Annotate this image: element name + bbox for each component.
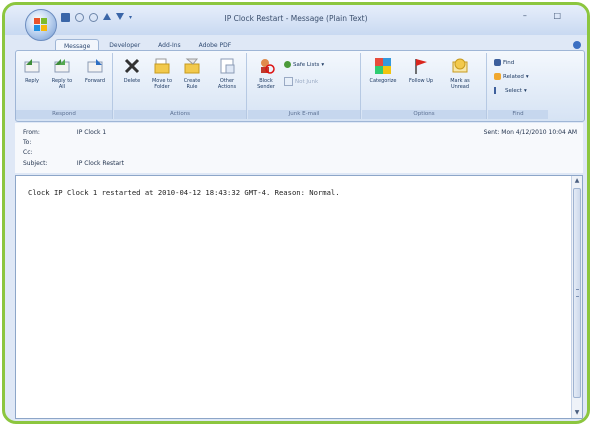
sent-label: Sent: — [483, 129, 500, 136]
delete-icon — [124, 58, 140, 74]
forward-button[interactable]: Forward — [80, 57, 110, 84]
envelope-icon — [452, 58, 468, 73]
junk-group-label: Junk E-mail — [248, 110, 360, 119]
group-junk-email: Block Sender Safe Lists ▾ Not Junk Junk … — [248, 53, 361, 119]
options-group-label: Options — [362, 110, 486, 119]
chevron-down-icon: ▾ — [321, 61, 325, 68]
from-label: From: — [23, 129, 40, 136]
rule-label: Create Rule — [183, 78, 201, 90]
create-rule-button[interactable]: Create Rule — [180, 57, 204, 90]
reply-all-label: Reply to All — [51, 78, 73, 90]
safe-lists-button[interactable]: Safe Lists ▾ — [284, 61, 324, 68]
sent-info: Sent: Mon 4/12/2010 10:04 AM — [484, 129, 577, 136]
not-junk-icon — [284, 77, 293, 86]
to-label: To: — [23, 139, 32, 146]
categorize-icon — [375, 58, 391, 74]
forward-icon — [87, 59, 103, 73]
window-title: IP Clock Restart - Message (Plain Text) — [224, 14, 368, 23]
cc-label: Cc: — [23, 149, 33, 156]
safe-lists-icon — [284, 61, 291, 68]
move-label: Move to Folder — [151, 78, 173, 90]
move-to-folder-button[interactable]: Move to Folder — [150, 57, 174, 90]
not-junk-button[interactable]: Not Junk — [284, 77, 318, 86]
scroll-thumb[interactable] — [573, 188, 581, 398]
reply-button[interactable]: Reply — [20, 57, 44, 84]
scroll-down-icon[interactable]: ▼ — [574, 410, 580, 416]
select-icon — [494, 87, 503, 94]
related-button[interactable]: Related ▾ — [494, 73, 529, 80]
outlook-window: ▾ IP Clock Restart - Message (Plain Text… — [2, 2, 590, 424]
categorize-label: Categorize — [369, 78, 397, 84]
follow-up-label: Follow Up — [408, 78, 434, 84]
ribbon: Reply Reply to All Forward Respond Delet… — [15, 50, 585, 122]
related-icon — [494, 73, 501, 80]
group-actions: Delete Move to Folder Create Rule Other … — [114, 53, 247, 119]
sent-value: Mon 4/12/2010 10:04 AM — [501, 129, 577, 136]
help-icon[interactable] — [573, 41, 581, 49]
block-sender-label: Block Sender — [257, 78, 275, 90]
chevron-down-icon: ▾ — [525, 73, 529, 80]
vertical-scrollbar[interactable]: ▲ ▼ — [571, 176, 582, 418]
from-row: From: IP Clock 1 — [23, 129, 106, 136]
mark-unread-label: Mark as Unread — [450, 78, 470, 90]
subject-value: IP Clock Restart — [76, 160, 124, 167]
message-text: Clock IP Clock 1 restarted at 2010-04-12… — [28, 188, 340, 197]
group-find: Find Related ▾ Select ▾ Find — [488, 53, 548, 119]
message-body[interactable]: Clock IP Clock 1 restarted at 2010-04-12… — [15, 175, 583, 419]
categorize-button[interactable]: Categorize — [366, 57, 400, 84]
reply-icon — [24, 59, 40, 73]
binoculars-icon — [494, 59, 501, 66]
select-button[interactable]: Select ▾ — [494, 87, 527, 94]
not-junk-label: Not Junk — [295, 78, 319, 85]
office-logo-icon — [34, 18, 47, 31]
follow-up-button[interactable]: Follow Up — [406, 57, 436, 84]
message-header: From: IP Clock 1 To: Cc: Subject: IP Clo… — [15, 123, 583, 173]
related-label: Related — [503, 73, 524, 80]
select-label: Select — [505, 87, 522, 94]
safe-lists-label: Safe Lists — [293, 61, 320, 68]
to-row: To: — [23, 139, 75, 146]
scroll-grip-icon — [576, 289, 579, 297]
subject-label: Subject: — [23, 160, 48, 167]
find-group-label: Find — [488, 110, 548, 119]
office-button[interactable] — [25, 9, 57, 41]
respond-group-label: Respond — [16, 110, 112, 119]
subject-row: Subject: IP Clock Restart — [23, 160, 124, 167]
delete-label: Delete — [123, 78, 141, 84]
forward-label: Forward — [84, 78, 106, 84]
actions-group-label: Actions — [114, 110, 246, 119]
find-label: Find — [503, 59, 515, 66]
chevron-down-icon: ▾ — [523, 87, 527, 94]
cc-row: Cc: — [23, 149, 75, 156]
other-actions-icon — [220, 58, 235, 74]
reply-all-button[interactable]: Reply to All — [50, 57, 74, 90]
rule-icon — [184, 58, 200, 74]
title-bar: ▾ IP Clock Restart - Message (Plain Text… — [5, 5, 587, 35]
delete-button[interactable]: Delete — [120, 57, 144, 84]
reply-label: Reply — [25, 78, 39, 84]
window-controls: – □ — [523, 11, 573, 20]
group-options: Categorize Follow Up Mark as Unread Opti… — [362, 53, 487, 119]
folder-icon — [154, 58, 170, 74]
block-sender-icon — [261, 59, 275, 74]
find-button[interactable]: Find — [494, 59, 514, 66]
maximize-button[interactable]: □ — [553, 11, 573, 20]
flag-icon — [415, 59, 427, 74]
block-sender-button[interactable]: Block Sender — [252, 57, 280, 90]
from-value[interactable]: IP Clock 1 — [77, 129, 106, 136]
reply-all-icon — [54, 59, 70, 73]
minimize-button[interactable]: – — [523, 11, 539, 20]
other-actions-label: Other Actions — [217, 78, 237, 90]
group-respond: Reply Reply to All Forward Respond — [16, 53, 113, 119]
mark-unread-button[interactable]: Mark as Unread — [442, 57, 478, 90]
other-actions-button[interactable]: Other Actions — [212, 57, 242, 90]
scroll-up-icon[interactable]: ▲ — [574, 178, 580, 184]
